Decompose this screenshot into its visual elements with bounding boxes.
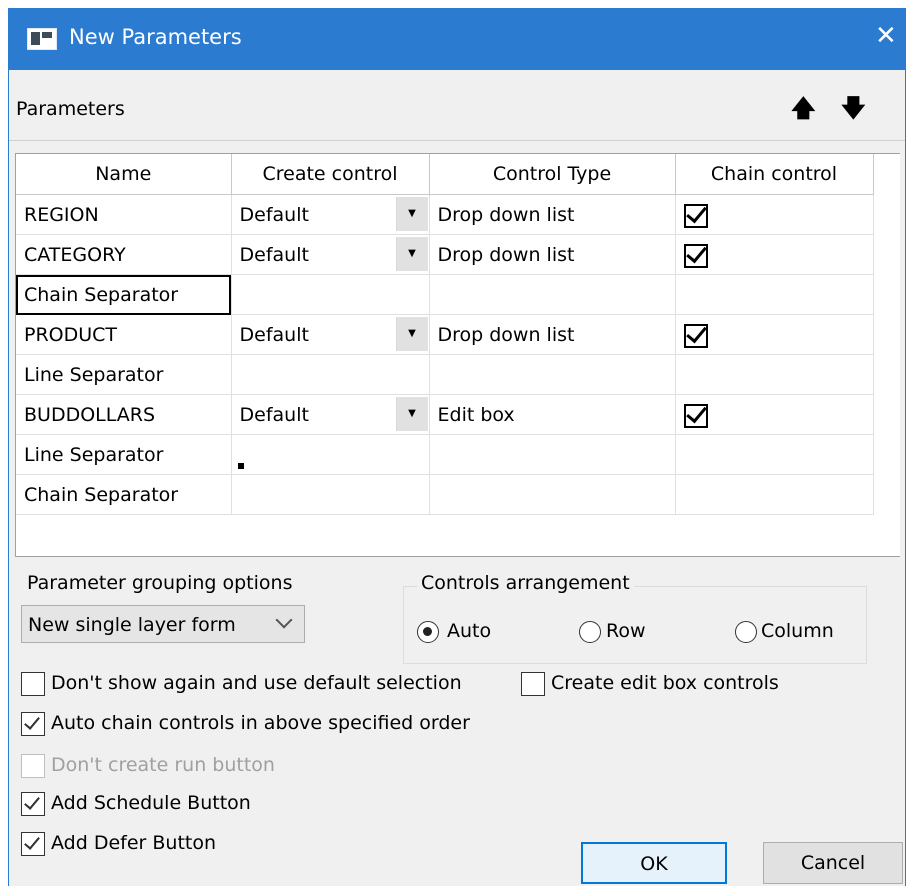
create-control-cell[interactable]: Default ▼ [231,194,430,235]
create-control-cell[interactable]: Default ▼ [231,234,430,275]
dont-create-run-checkbox [21,754,45,778]
close-icon[interactable]: ✕ [875,23,897,49]
dropdown-arrow-icon[interactable]: ▼ [395,317,428,351]
name-cell[interactable]: CATEGORY [16,234,232,275]
parameters-label: Parameters [16,98,125,120]
column-header-chain-control[interactable]: Chain control [675,154,874,195]
chevron-down-icon [275,611,293,629]
create-control-cell[interactable] [231,274,430,315]
chain-control-cell[interactable] [675,354,874,395]
radio-row-label[interactable]: Row [606,620,646,642]
radio-auto[interactable] [417,621,439,643]
dropdown-arrow-icon[interactable]: ▼ [395,237,428,271]
selection-fill-handle[interactable] [238,463,244,469]
create-control-value: Default [239,403,309,426]
name-cell[interactable]: REGION [16,194,232,235]
dont-create-run-label: Don't create run button [51,754,275,776]
cancel-button[interactable]: Cancel [763,842,903,884]
chain-checkbox[interactable] [683,324,708,348]
name-cell[interactable]: Line Separator [16,354,232,395]
title-bar: New Parameters ✕ [9,8,905,70]
create-control-cell[interactable]: Default ▼ [231,314,430,355]
chain-control-cell[interactable] [675,474,874,515]
control-type-cell[interactable]: Drop down list [429,314,676,355]
parameters-header: Parameters 🡅 🡇 [9,70,905,141]
arrow-down-icon[interactable]: 🡇 [841,96,866,120]
create-control-cell[interactable] [231,354,430,395]
add-defer-checkbox[interactable] [21,832,45,856]
grouping-label: Parameter grouping options [27,572,293,594]
app-icon [27,28,57,50]
dont-show-again-checkbox[interactable] [21,672,45,696]
control-type-cell[interactable]: Drop down list [429,234,676,275]
arrow-up-icon[interactable]: 🡅 [791,96,816,120]
create-control-value: Default [239,323,309,346]
ok-button[interactable]: OK [581,842,727,884]
table-row[interactable]: Chain Separator [16,474,874,515]
chain-checkbox[interactable] [683,244,708,268]
controls-arrangement-label: Controls arrangement [417,572,634,594]
name-cell-selected[interactable]: Chain Separator [16,274,232,315]
control-type-cell[interactable] [429,434,676,475]
add-schedule-label[interactable]: Add Schedule Button [51,792,251,814]
control-type-cell[interactable] [429,354,676,395]
dropdown-arrow-icon[interactable]: ▼ [395,197,428,231]
create-edit-box-label[interactable]: Create edit box controls [551,672,779,694]
grouping-selected-value: New single layer form [28,614,236,636]
create-control-cell[interactable] [231,474,430,515]
auto-chain-checkbox[interactable] [21,712,45,736]
name-cell[interactable]: BUDDOLLARS [16,394,232,435]
create-edit-box-checkbox[interactable] [521,672,545,696]
name-cell[interactable]: PRODUCT [16,314,232,355]
radio-column-label[interactable]: Column [761,620,834,642]
parameters-table: Name Create control Control Type Chain c… [16,154,874,515]
create-control-value: Default [239,203,309,226]
create-control-cell[interactable]: Default ▼ [231,394,430,435]
window-title: New Parameters [69,25,242,49]
create-control-cell[interactable] [231,434,430,475]
control-type-cell[interactable] [429,474,676,515]
chain-control-cell[interactable] [675,194,874,235]
chain-checkbox[interactable] [683,204,708,228]
column-header-control-type[interactable]: Control Type [429,154,676,195]
name-cell[interactable]: Chain Separator [16,474,232,515]
radio-row[interactable] [579,621,601,643]
dont-show-again-label[interactable]: Don't show again and use default selecti… [51,672,462,694]
create-control-value: Default [239,243,309,266]
parameters-grid: Name Create control Control Type Chain c… [15,153,900,557]
name-cell[interactable]: Line Separator [16,434,232,475]
chain-control-cell[interactable] [675,234,874,275]
chain-control-cell[interactable] [675,394,874,435]
grouping-select[interactable]: New single layer form [21,605,305,643]
table-row[interactable]: REGION Default ▼ Drop down list [16,194,874,235]
column-header-create-control[interactable]: Create control [231,154,430,195]
control-type-cell[interactable] [429,274,676,315]
table-row[interactable]: PRODUCT Default ▼ Drop down list [16,314,874,355]
chain-control-cell[interactable] [675,274,874,315]
table-row[interactable]: Chain Separator [16,274,874,315]
auto-chain-label[interactable]: Auto chain controls in above specified o… [51,712,470,734]
table-row[interactable]: Line Separator [16,434,874,475]
chain-control-cell[interactable] [675,314,874,355]
table-row[interactable]: BUDDOLLARS Default ▼ Edit box [16,394,874,435]
radio-column[interactable] [735,621,757,643]
new-parameters-dialog: New Parameters ✕ Parameters 🡅 🡇 Name Cre… [8,8,906,886]
control-type-cell[interactable]: Drop down list [429,194,676,235]
add-defer-label[interactable]: Add Defer Button [51,832,216,854]
add-schedule-checkbox[interactable] [21,792,45,816]
table-row[interactable]: Line Separator [16,354,874,395]
chain-control-cell[interactable] [675,434,874,475]
column-header-name[interactable]: Name [16,154,232,195]
dropdown-arrow-icon[interactable]: ▼ [395,397,428,431]
table-row[interactable]: CATEGORY Default ▼ Drop down list [16,234,874,275]
chain-checkbox[interactable] [683,404,708,428]
control-type-cell[interactable]: Edit box [429,394,676,435]
radio-auto-label[interactable]: Auto [447,620,491,642]
